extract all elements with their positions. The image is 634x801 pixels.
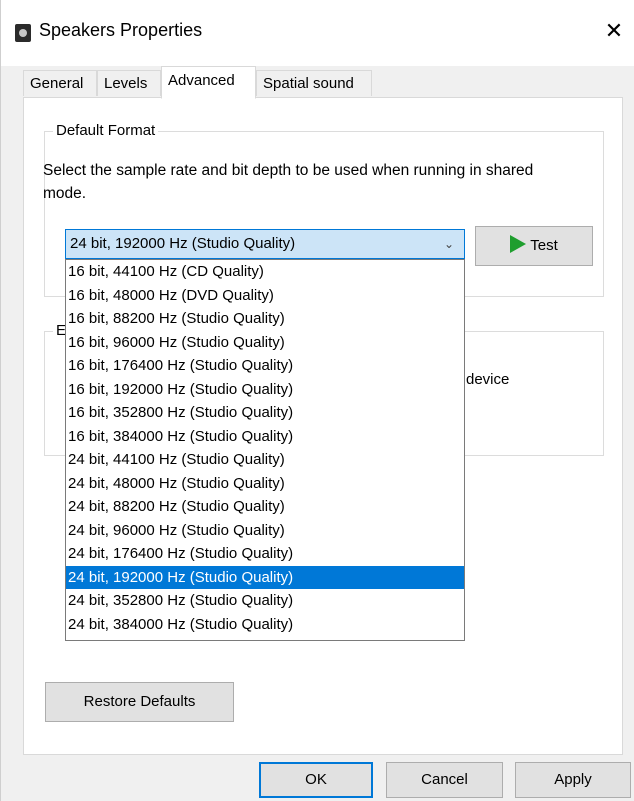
dropdown-option[interactable]: 16 bit, 44100 Hz (CD Quality) <box>66 260 464 284</box>
default-format-description: Select the sample rate and bit depth to … <box>43 162 534 202</box>
dropdown-option[interactable]: 24 bit, 96000 Hz (Studio Quality) <box>66 519 464 543</box>
sample-rate-dropdown-list[interactable]: 16 bit, 44100 Hz (CD Quality) 16 bit, 480… <box>65 259 465 641</box>
sample-rate-combobox[interactable]: 24 bit, 192000 Hz (Studio Quality) ⌄ <box>65 229 465 259</box>
dropdown-option[interactable]: 16 bit, 384000 Hz (Studio Quality) <box>66 425 464 449</box>
dropdown-option[interactable]: 24 bit, 176400 Hz (Studio Quality) <box>66 542 464 566</box>
dropdown-option[interactable]: 16 bit, 88200 Hz (Studio Quality) <box>66 307 464 331</box>
window-title: Speakers Properties <box>39 20 203 40</box>
dropdown-option[interactable]: 24 bit, 48000 Hz (Studio Quality) <box>66 472 464 496</box>
dropdown-option[interactable]: 24 bit, 88200 Hz (Studio Quality) <box>66 495 464 519</box>
dropdown-option[interactable]: 24 bit, 192000 Hz (Studio Quality) <box>66 565 464 589</box>
tab-general[interactable]: General <box>23 70 97 96</box>
exclusive-mode-partial-text: device <box>466 371 510 388</box>
dropdown-option[interactable]: 16 bit, 192000 Hz (Studio Quality) <box>66 378 464 402</box>
tab-bar: General Levels Advanced Spatial sound <box>23 66 623 99</box>
close-button[interactable]: ✕ <box>597 14 631 48</box>
dropdown-option[interactable]: 24 bit, 44100 Hz (Studio Quality) <box>66 448 464 472</box>
speakers-properties-window: Speakers Properties ✕ General Levels Adv… <box>0 0 634 801</box>
test-button[interactable]: Test <box>475 226 593 266</box>
combobox-selected-value: 24 bit, 192000 Hz (Studio Quality) <box>70 235 296 252</box>
speaker-icon <box>15 24 31 42</box>
dropdown-option[interactable]: 16 bit, 96000 Hz (Studio Quality) <box>66 331 464 355</box>
tab-spatial-sound[interactable]: Spatial sound <box>256 70 372 96</box>
test-button-label: Test <box>530 237 558 254</box>
play-icon <box>510 235 527 253</box>
ok-button[interactable]: OK <box>259 762 373 798</box>
default-format-legend: Default Format <box>53 122 159 139</box>
tab-advanced[interactable]: Advanced <box>161 66 256 99</box>
chevron-down-icon[interactable]: ⌄ <box>444 230 454 258</box>
dropdown-option[interactable]: 16 bit, 48000 Hz (DVD Quality) <box>66 284 464 308</box>
restore-defaults-button[interactable]: Restore Defaults <box>45 682 234 722</box>
title-bar: Speakers Properties ✕ <box>1 0 634 66</box>
dropdown-option[interactable]: 16 bit, 352800 Hz (Studio Quality) <box>66 401 464 425</box>
tab-levels[interactable]: Levels <box>97 70 161 96</box>
dropdown-option[interactable]: 16 bit, 176400 Hz (Studio Quality) <box>66 354 464 378</box>
apply-button[interactable]: Apply <box>515 762 631 798</box>
cancel-button[interactable]: Cancel <box>386 762 503 798</box>
dropdown-option[interactable]: 24 bit, 384000 Hz (Studio Quality) <box>66 613 464 637</box>
dropdown-option[interactable]: 24 bit, 352800 Hz (Studio Quality) <box>66 589 464 613</box>
